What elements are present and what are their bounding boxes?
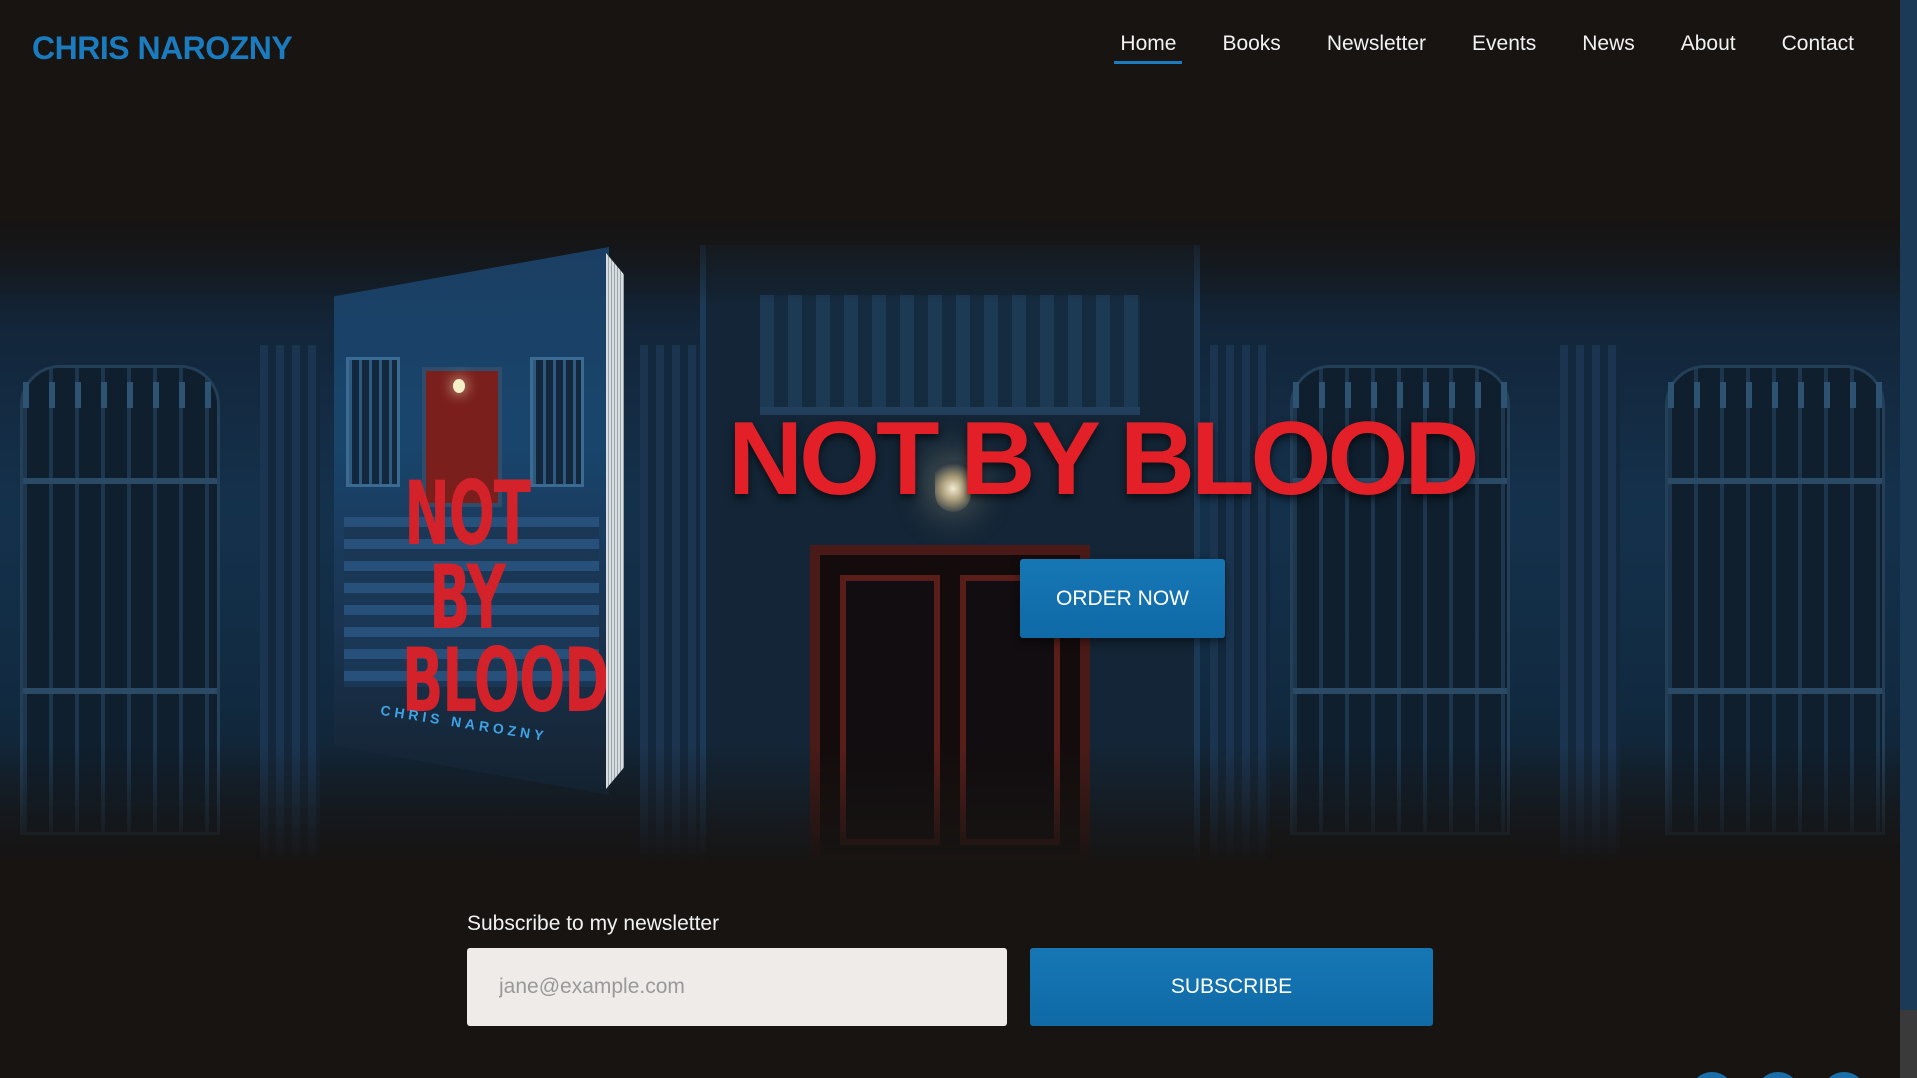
stone-pillar: [260, 345, 320, 865]
scrollbar[interactable]: [1900, 0, 1917, 1078]
book-front: NOT BY BLOOD CHRIS NAROZNY: [334, 247, 609, 795]
iron-gate-right: [1665, 365, 1885, 835]
nav-item-contact[interactable]: Contact: [1776, 32, 1860, 62]
scrollbar-track: [1900, 1010, 1917, 1078]
subscribe-button[interactable]: SUBSCRIBE: [1030, 948, 1433, 1026]
social-icon-3[interactable]: [1822, 1072, 1866, 1078]
site-header: CHRIS NAROZNY Home Books Newsletter Even…: [0, 0, 1900, 100]
book-cover-image[interactable]: NOT BY BLOOD CHRIS NAROZNY: [334, 247, 628, 795]
order-now-button[interactable]: ORDER NOW: [1020, 559, 1225, 638]
site-logo[interactable]: CHRIS NAROZNY: [32, 30, 293, 67]
hero-title: NOT BY BLOOD: [728, 401, 1479, 517]
main-nav: Home Books Newsletter Events News About …: [1114, 32, 1860, 64]
page: CHRIS NAROZNY Home Books Newsletter Even…: [0, 0, 1917, 1078]
hero-background: [0, 215, 1900, 865]
social-icon-2[interactable]: [1756, 1072, 1800, 1078]
nav-item-books[interactable]: Books: [1216, 32, 1286, 62]
email-input[interactable]: [467, 948, 1007, 1026]
stone-pillar: [640, 345, 700, 865]
newsletter-label: Subscribe to my newsletter: [467, 912, 720, 935]
iron-gate-left: [20, 365, 220, 835]
scrollbar-thumb[interactable]: [1900, 0, 1917, 1010]
book-cover-title: NOT BY BLOOD: [401, 462, 609, 733]
stone-pillar: [1560, 345, 1620, 865]
nav-item-about[interactable]: About: [1675, 32, 1742, 62]
book-pages: [606, 253, 624, 789]
social-icon-1[interactable]: [1690, 1072, 1734, 1078]
door-lintel: [760, 295, 1140, 415]
nav-item-events[interactable]: Events: [1466, 32, 1542, 62]
nav-item-newsletter[interactable]: Newsletter: [1321, 32, 1432, 62]
nav-item-news[interactable]: News: [1576, 32, 1641, 62]
nav-item-home[interactable]: Home: [1114, 32, 1183, 64]
